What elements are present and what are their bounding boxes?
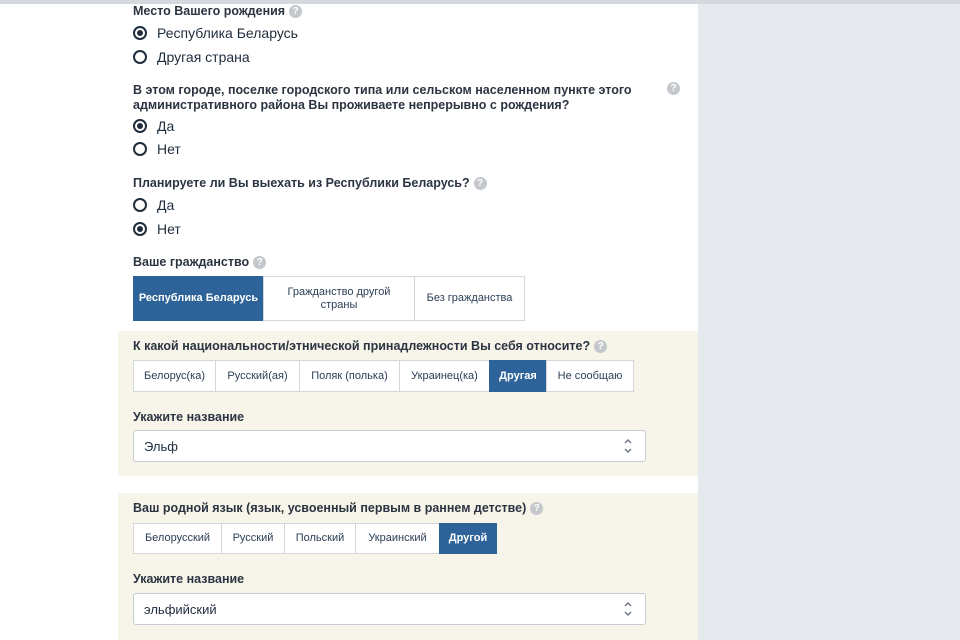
radio-label: Да <box>157 197 175 213</box>
nationality-option-other[interactable]: Другая <box>489 360 547 392</box>
radio-leave-no[interactable]: Нет <box>133 219 181 239</box>
language-option-polish[interactable]: Польский <box>284 523 356 554</box>
radio-icon[interactable] <box>133 142 147 156</box>
nationality-option-polish[interactable]: Поляк (полька) <box>299 360 400 392</box>
nationality-name-value: Эльф <box>144 438 178 454</box>
radio-icon-checked[interactable] <box>133 222 147 236</box>
radio-residence-no[interactable]: Нет <box>133 139 181 159</box>
radio-birthplace-belarus[interactable]: Республика Беларусь <box>133 23 298 43</box>
help-icon[interactable]: ? <box>253 256 267 270</box>
language-name-label: Укажите название <box>133 572 245 586</box>
language-question-text: Ваш родной язык (язык, усвоенный первым … <box>133 501 527 515</box>
language-option-ukrainian[interactable]: Украинский <box>355 523 440 554</box>
residence-question-line2: административного района Вы проживаете н… <box>133 98 570 112</box>
citizenship-option-belarus[interactable]: Республика Беларусь <box>133 276 264 321</box>
language-name-select[interactable]: эльфийский <box>133 593 646 625</box>
radio-birthplace-other[interactable]: Другая страна <box>133 47 250 67</box>
help-icon[interactable]: ? <box>530 502 544 516</box>
citizenship-option-other[interactable]: Гражданство другой страны <box>263 276 415 321</box>
language-option-other[interactable]: Другой <box>439 523 497 554</box>
radio-label: Другая страна <box>157 49 250 65</box>
radio-label: Да <box>157 118 175 134</box>
help-icon[interactable]: ? <box>594 340 608 354</box>
radio-label: Республика Беларусь <box>157 25 298 41</box>
updown-chevron-icon <box>624 439 632 453</box>
help-icon[interactable]: ? <box>667 82 680 95</box>
language-name-value: эльфийский <box>144 601 217 617</box>
updown-chevron-icon <box>624 602 632 616</box>
help-icon[interactable]: ? <box>473 177 487 191</box>
birthplace-question: Место Вашего рождения? <box>133 4 303 19</box>
right-sidebar-background <box>698 0 960 640</box>
citizenship-question-text: Ваше гражданство <box>133 255 250 269</box>
radio-label: Нет <box>157 141 181 157</box>
residence-question: В этом городе, поселке городского типа и… <box>133 83 632 113</box>
citizenship-question: Ваше гражданство? <box>133 255 267 270</box>
left-margin <box>0 0 118 640</box>
nationality-question-text: К какой национальности/этнической принад… <box>133 339 591 353</box>
nationality-name-select[interactable]: Эльф <box>133 430 646 462</box>
citizenship-segmented-control: Республика Беларусь Гражданство другой с… <box>133 276 525 321</box>
radio-icon[interactable] <box>133 50 147 64</box>
language-option-belarusian[interactable]: Белорусский <box>133 523 222 554</box>
help-icon[interactable]: ? <box>289 5 303 19</box>
nationality-option-belarusian[interactable]: Белорус(ка) <box>133 360 216 392</box>
nationality-question: К какой национальности/этнической принад… <box>133 339 608 354</box>
leave-question: Планируете ли Вы выехать из Республики Б… <box>133 176 487 191</box>
radio-leave-yes[interactable]: Да <box>133 195 174 215</box>
nationality-segmented-control: Белорус(ка) Русский(ая) Поляк (полька) У… <box>133 360 634 392</box>
language-question: Ваш родной язык (язык, усвоенный первым … <box>133 501 544 516</box>
citizenship-option-none[interactable]: Без гражданства <box>414 276 525 321</box>
nationality-option-russian[interactable]: Русский(ая) <box>215 360 300 392</box>
nationality-name-label: Укажите название <box>133 410 245 424</box>
radio-icon-checked[interactable] <box>133 119 147 133</box>
residence-question-line1: В этом городе, поселке городского типа и… <box>133 83 632 97</box>
radio-icon[interactable] <box>133 198 147 212</box>
language-segmented-control: Белорусский Русский Польский Украинский … <box>133 523 497 554</box>
nationality-option-not-reported[interactable]: Не сообщаю <box>546 360 634 392</box>
radio-label: Нет <box>157 221 181 237</box>
birthplace-question-text: Место Вашего рождения <box>133 4 286 18</box>
leave-question-text: Планируете ли Вы выехать из Республики Б… <box>133 176 470 190</box>
language-option-russian[interactable]: Русский <box>221 523 285 554</box>
radio-residence-yes[interactable]: Да <box>133 116 174 136</box>
radio-icon-checked[interactable] <box>133 26 147 40</box>
nationality-option-ukrainian[interactable]: Украинец(ка) <box>399 360 490 392</box>
